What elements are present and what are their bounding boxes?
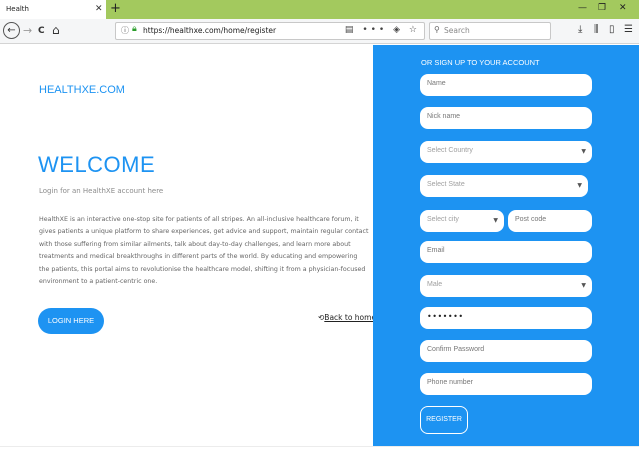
forward-arrow-icon[interactable]: → (23, 23, 32, 39)
search-icon: ⚲ (434, 25, 440, 34)
window-close-icon[interactable]: ✕ (619, 2, 627, 14)
signup-panel: OR SIGN UP TO YOUR ACCOUNT Name Nick nam… (373, 45, 639, 446)
gender-select[interactable]: Male ▼ (420, 275, 592, 297)
tab-bar: Health ✕ + — ❐ ✕ (0, 0, 639, 19)
bookmark-star-icon[interactable]: ☆ (409, 25, 420, 35)
name-placeholder: Name (427, 80, 446, 87)
info-icon[interactable]: ⓘ (121, 25, 129, 36)
password-field[interactable]: ••••••• (420, 307, 592, 329)
password-value: ••••••• (427, 312, 464, 321)
address-bar[interactable]: ⓘ 🔒︎ https://healthxe.com/home/register … (115, 22, 425, 40)
post-code-field[interactable]: Post code (508, 210, 592, 232)
chevron-down-icon: ▼ (577, 182, 582, 189)
email-field[interactable]: Email (420, 241, 592, 263)
nick-name-placeholder: Nick name (427, 113, 461, 120)
phone-placeholder: Phone number (427, 379, 473, 386)
chevron-down-icon: ▼ (493, 217, 498, 224)
state-select[interactable]: Select State ▼ (420, 175, 588, 197)
confirm-password-field[interactable]: Confirm Password (420, 340, 592, 362)
tab-health[interactable]: Health ✕ (0, 0, 106, 19)
signup-title: OR SIGN UP TO YOUR ACCOUNT (421, 58, 540, 67)
back-to-home-link[interactable]: ⟲Back to home (318, 313, 376, 322)
url-action-icons[interactable]: ▤ ••• ◈ ☆ (345, 25, 420, 35)
back-home-label: Back to home (324, 313, 377, 322)
lock-icon: 🔒︎ (132, 24, 137, 34)
library-icon[interactable]: ⫼ (594, 24, 599, 35)
gender-value: Male (427, 281, 443, 288)
page-actions-icon[interactable]: ••• (362, 25, 387, 35)
login-button[interactable]: LOGIN HERE (38, 308, 104, 334)
status-bar (0, 446, 639, 472)
pocket-icon[interactable]: ◈ (393, 25, 403, 35)
state-placeholder: Select State (427, 181, 465, 188)
phone-field[interactable]: Phone number (420, 373, 592, 395)
reader-view-icon[interactable]: ▤ (345, 25, 357, 35)
restore-icon[interactable]: ❐ (598, 2, 606, 14)
nick-name-field[interactable]: Nick name (420, 107, 592, 129)
download-icon[interactable]: ⤓ (578, 24, 582, 35)
back-arrow-icon[interactable]: ← (3, 22, 20, 39)
brand-logo[interactable]: HEALTHXE.COM (39, 84, 125, 96)
login-subtitle: Login for an HealthXE account here (39, 187, 164, 195)
new-tab-icon[interactable]: + (110, 0, 121, 18)
search-bar[interactable]: ⚲ Search (429, 22, 551, 40)
email-placeholder: Email (427, 247, 445, 254)
tab-title: Health (6, 5, 29, 13)
country-select[interactable]: Select Country ▼ (420, 141, 592, 163)
name-field[interactable]: Name (420, 74, 592, 96)
tab-close-icon[interactable]: ✕ (95, 3, 103, 15)
sidebar-icon[interactable]: ▯ (609, 24, 615, 35)
reload-icon[interactable]: C (38, 23, 45, 39)
url-text[interactable]: https://healthxe.com/home/register (143, 26, 276, 35)
country-placeholder: Select Country (427, 147, 473, 154)
chevron-down-icon: ▼ (581, 148, 586, 155)
intro-paragraph: HealthXE is an interactive one-stop site… (39, 216, 369, 286)
chevron-down-icon: ▼ (581, 282, 586, 289)
navigation-bar: ← → C ⌂ ⓘ 🔒︎ https://healthxe.com/home/r… (0, 19, 639, 44)
page-title: WELCOME (38, 152, 156, 177)
search-input[interactable]: Search (444, 26, 470, 35)
menu-icon[interactable]: ☰ (624, 24, 633, 35)
minimize-icon[interactable]: — (578, 2, 587, 14)
home-icon[interactable]: ⌂ (52, 22, 60, 38)
confirm-password-placeholder: Confirm Password (427, 346, 485, 353)
city-select[interactable]: Select city ▼ (420, 210, 504, 232)
post-code-placeholder: Post code (515, 216, 547, 223)
register-button[interactable]: REGISTER (420, 406, 468, 434)
city-placeholder: Select city (427, 216, 459, 223)
